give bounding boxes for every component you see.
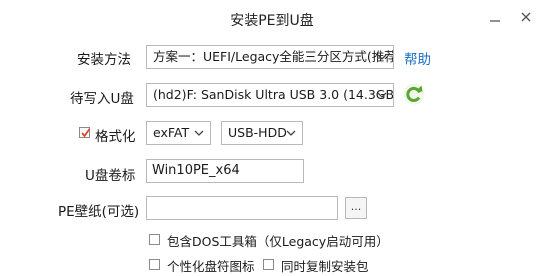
chevron-down-icon — [194, 130, 204, 136]
chevron-down-icon — [377, 92, 387, 98]
wallpaper-input[interactable] — [146, 196, 338, 220]
refresh-icon — [403, 83, 425, 105]
filesystem-select[interactable]: exFAT — [146, 121, 211, 145]
help-link[interactable]: 帮助 — [404, 48, 431, 68]
close-button[interactable] — [517, 10, 535, 28]
target-usb-select[interactable]: (hd2)F: SanDisk Ultra USB 3.0 (14.3GB) — [146, 83, 394, 107]
install-method-value: 方案一：UEFI/Legacy全能三分区方式(推荐) — [153, 49, 394, 64]
include-dos-label: 包含DOS工具箱（仅Legacy启动可用） — [167, 234, 389, 249]
install-method-label: 安装方法 — [77, 52, 131, 68]
refresh-button[interactable] — [403, 83, 425, 105]
browse-button[interactable]: ... — [345, 197, 367, 219]
volume-label-input[interactable]: Win10PE_x64 — [146, 159, 304, 183]
copy-installer-checkbox[interactable] — [263, 259, 274, 270]
format-label: 格式化 — [95, 129, 136, 145]
close-icon — [521, 12, 531, 22]
filesystem-value: exFAT — [153, 125, 190, 140]
include-dos-checkbox[interactable] — [149, 234, 160, 245]
title-bar: 安装PE到U盘 — [0, 0, 544, 38]
personalize-icon-label: 个性化盘符图标 — [167, 259, 255, 274]
boot-mode-select[interactable]: USB-HDD — [221, 121, 303, 145]
minimize-button[interactable] — [486, 14, 504, 32]
boot-mode-value: USB-HDD — [228, 125, 287, 140]
chevron-down-icon — [286, 130, 296, 136]
format-checkbox[interactable] — [79, 127, 91, 138]
target-usb-label: 待写入U盘 — [70, 91, 134, 107]
wallpaper-label: PE壁纸(可选) — [58, 204, 140, 220]
window-title: 安装PE到U盘 — [230, 13, 314, 29]
copy-installer-label: 同时复制安装包 — [281, 259, 369, 274]
volume-label-label: U盘卷标 — [85, 168, 136, 184]
chevron-down-icon — [377, 54, 387, 60]
checkmark-icon — [81, 128, 91, 138]
target-usb-value: (hd2)F: SanDisk Ultra USB 3.0 (14.3GB) — [153, 87, 394, 102]
minimize-icon — [490, 20, 500, 22]
install-method-select[interactable]: 方案一：UEFI/Legacy全能三分区方式(推荐) — [146, 45, 394, 69]
personalize-icon-checkbox[interactable] — [149, 259, 160, 270]
